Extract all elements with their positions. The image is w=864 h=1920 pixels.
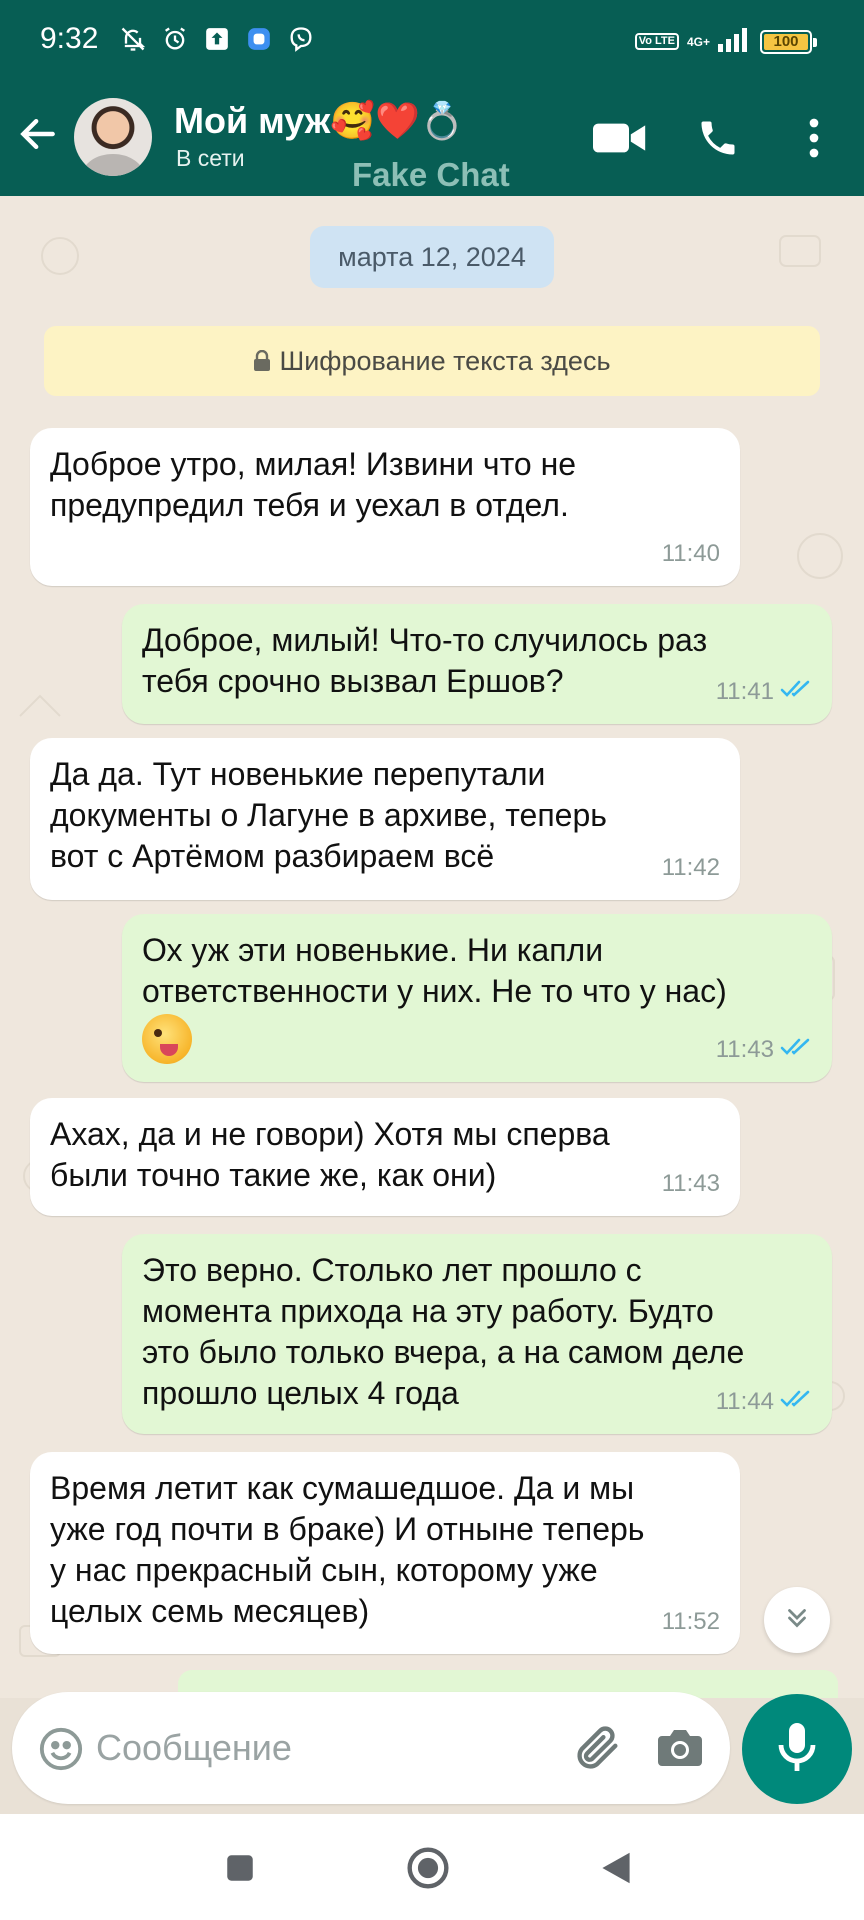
muted-bell-icon [118, 24, 148, 54]
volte-indicator: Vo LTE [634, 33, 679, 50]
message-meta: 11:44 [716, 1381, 812, 1422]
contact-online-status: В сети [176, 145, 245, 171]
viber-icon [286, 24, 316, 54]
message-meta: 11:41 [716, 671, 812, 712]
message-text: Это верно. Столько лет прошло с момента … [142, 1252, 745, 1411]
contact-name[interactable]: Мой муж🥰❤️💍 [174, 100, 465, 142]
fake-chat-watermark: Fake Chat [352, 156, 510, 193]
read-receipt-icon [780, 1029, 812, 1070]
status-bar: 9:32 Vo LTE 4G+ 100 [0, 0, 864, 80]
upload-icon [202, 24, 232, 54]
message-meta: 11:52 [662, 1601, 720, 1642]
scroll-to-bottom-button[interactable] [764, 1587, 830, 1653]
voice-message-button[interactable] [742, 1694, 852, 1804]
camera-icon[interactable] [656, 1726, 704, 1773]
encryption-notice[interactable]: Шифрование текста здесь [44, 326, 820, 396]
message-bubble-outgoing[interactable]: Ох уж эти новенькие. Ни капли ответствен… [122, 914, 832, 1082]
message-input[interactable] [96, 1720, 566, 1776]
app-header: 9:32 Vo LTE 4G+ 100 Мой муж🥰❤️💍 В сети F… [0, 0, 864, 196]
message-bubble-incoming[interactable]: Время летит как сумашедшое. Да и мы уже … [30, 1452, 740, 1654]
message-bubble-outgoing[interactable]: Это верно. Столько лет прошло с момента … [122, 1234, 832, 1434]
signal-icon [718, 26, 752, 57]
message-time: 11:43 [661, 1170, 720, 1197]
app-notification-icon [244, 24, 274, 54]
message-bubble-outgoing[interactable]: Доброе, милый! Что-то случилось раз тебя… [122, 604, 832, 724]
alarm-icon [160, 24, 190, 54]
read-receipt-icon [780, 1381, 812, 1422]
contact-avatar[interactable] [74, 98, 152, 176]
encryption-notice-text: Шифрование текста здесь [279, 346, 611, 376]
network-type: 4G+ [686, 34, 710, 49]
emoji-icon[interactable] [38, 1726, 84, 1777]
battery-icon: 100 [760, 29, 817, 54]
message-meta: 11:43 [662, 1163, 720, 1204]
voice-call-icon[interactable] [690, 110, 746, 166]
message-time: 11:52 [661, 1608, 720, 1635]
double-chevron-down-icon [782, 1603, 812, 1638]
video-call-icon[interactable] [592, 110, 648, 166]
recent-apps-icon[interactable] [216, 1844, 264, 1892]
message-time: 11:41 [715, 678, 774, 705]
message-time: 11:43 [715, 1036, 774, 1063]
message-text: Ох уж эти новенькие. Ни капли ответствен… [142, 932, 727, 1009]
status-time: 9:32 [40, 22, 99, 55]
message-time: 11:44 [715, 1388, 774, 1415]
read-receipt-icon [780, 671, 812, 712]
status-notification-icons [118, 24, 316, 54]
message-meta: 11:42 [662, 847, 720, 888]
attach-icon[interactable] [572, 1722, 624, 1779]
lock-icon [253, 328, 271, 398]
message-text: Доброе утро, милая! Извини что не предуп… [50, 446, 577, 523]
message-composer [12, 1692, 730, 1804]
message-time: 11:40 [661, 540, 720, 567]
home-icon[interactable] [404, 1844, 452, 1892]
date-separator: марта 12, 2024 [310, 226, 554, 288]
winking-face-emoji [142, 1014, 192, 1064]
system-navigation-bar [0, 1814, 864, 1920]
microphone-icon [777, 1721, 817, 1778]
back-nav-icon[interactable] [592, 1844, 640, 1892]
message-time: 11:42 [661, 854, 720, 881]
message-text: Время летит как сумашедшое. Да и мы уже … [50, 1470, 645, 1629]
more-options-icon[interactable] [786, 110, 842, 166]
message-bubble-incoming[interactable]: Доброе утро, милая! Извини что не предуп… [30, 428, 740, 586]
message-bubble-incoming[interactable]: Ахах, да и не говори) Хотя мы сперва был… [30, 1098, 740, 1216]
message-text: Да да. Тут новенькие перепутали документ… [50, 756, 607, 874]
message-text: Ахах, да и не говори) Хотя мы сперва был… [50, 1116, 610, 1193]
message-text: Доброе, милый! Что-то случилось раз тебя… [142, 622, 708, 699]
message-meta: 11:40 [662, 533, 720, 574]
message-bubble-incoming[interactable]: Да да. Тут новенькие перепутали документ… [30, 738, 740, 900]
message-meta: 11:43 [716, 1029, 812, 1070]
battery-percent: 100 [773, 32, 799, 50]
status-system-icons: Vo LTE 4G+ 100 [634, 26, 817, 57]
chat-area[interactable]: марта 12, 2024 Шифрование текста здесь Д… [0, 196, 864, 1698]
back-arrow-icon[interactable] [16, 112, 60, 156]
